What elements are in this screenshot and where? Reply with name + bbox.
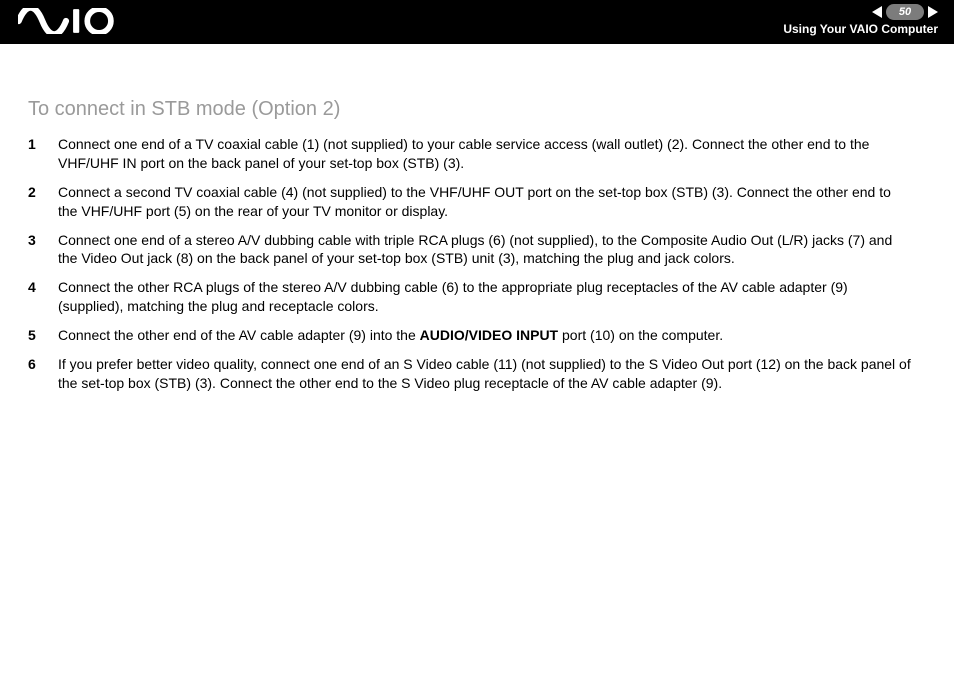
step-item: Connect a second TV coaxial cable (4) (n… [28,183,914,231]
step-item: Connect one end of a TV coaxial cable (1… [28,135,914,183]
step-text: Connect a second TV coaxial cable (4) (n… [58,184,891,219]
vaio-logo [18,8,114,34]
step-text-post: port (10) on the computer. [558,327,723,343]
page-heading: To connect in STB mode (Option 2) [28,98,914,121]
step-text-bold: AUDIO/VIDEO INPUT [420,327,558,343]
step-text-pre: Connect the other end of the AV cable ad… [58,327,420,343]
step-text: Connect one end of a stereo A/V dubbing … [58,232,892,267]
page-navigator: 50 [872,4,938,20]
next-page-icon[interactable] [928,6,938,18]
page-body: To connect in STB mode (Option 2) Connec… [0,44,954,403]
step-item: Connect the other end of the AV cable ad… [28,326,914,355]
page-header: 50 Using Your VAIO Computer [0,0,954,44]
step-list: Connect one end of a TV coaxial cable (1… [28,135,914,403]
prev-page-icon[interactable] [872,6,882,18]
section-title: Using Your VAIO Computer [783,22,938,36]
step-text: Connect the other RCA plugs of the stere… [58,279,848,314]
page-number-badge: 50 [886,4,924,20]
step-item: If you prefer better video quality, conn… [28,355,914,403]
step-text: If you prefer better video quality, conn… [58,356,911,391]
step-item: Connect the other RCA plugs of the stere… [28,278,914,326]
step-text: Connect one end of a TV coaxial cable (1… [58,136,869,171]
step-item: Connect one end of a stereo A/V dubbing … [28,231,914,279]
